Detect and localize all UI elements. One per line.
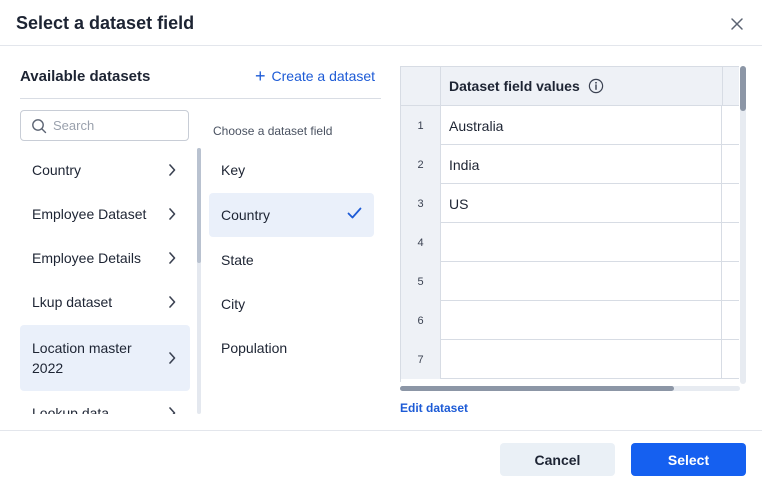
field-item-state[interactable]: State: [209, 238, 374, 282]
grid-column-divider: [722, 67, 723, 106]
table-row: 3 US: [401, 184, 739, 223]
panel-divider: [20, 98, 381, 99]
table-row: 7: [401, 340, 739, 379]
field-item-key[interactable]: Key: [209, 148, 374, 192]
dataset-item-label: Country: [32, 162, 82, 178]
dataset-item-label: Employee Dataset: [32, 206, 147, 222]
edit-dataset-link[interactable]: Edit dataset: [400, 401, 468, 415]
row-number: 7: [401, 340, 441, 379]
field-item-label: Key: [221, 162, 246, 178]
cancel-button[interactable]: Cancel: [500, 443, 615, 476]
dataset-item-location-master-2022[interactable]: Location master 2022: [20, 325, 190, 391]
dataset-item-lkup-dataset[interactable]: Lkup dataset: [20, 280, 190, 324]
dialog-title: Select a dataset field: [16, 13, 195, 33]
chevron-right-icon: [169, 252, 176, 264]
row-number: 5: [401, 262, 441, 301]
grid-vertical-scroll-thumb[interactable]: [740, 66, 746, 111]
create-dataset-label: Create a dataset: [271, 68, 376, 84]
value-cell[interactable]: US: [441, 184, 722, 223]
checkmark-icon: [347, 207, 362, 219]
field-item-label: Country: [221, 207, 271, 223]
row-number: 6: [401, 301, 441, 340]
close-icon[interactable]: [728, 15, 746, 33]
chevron-right-icon: [169, 208, 176, 220]
table-row: 5: [401, 262, 739, 301]
field-item-label: Population: [221, 340, 288, 356]
create-dataset-link[interactable]: + Create a dataset: [255, 66, 376, 86]
table-row: 4: [401, 223, 739, 262]
column-header-label: Dataset field values: [449, 78, 580, 94]
dataset-item-employee-dataset[interactable]: Employee Dataset: [20, 192, 190, 236]
table-row: 6: [401, 301, 739, 340]
value-cell[interactable]: [441, 223, 722, 262]
chevron-right-icon: [169, 407, 176, 414]
dataset-item-label: Employee Details: [32, 250, 141, 266]
search-icon: [32, 118, 47, 133]
grid-corner-cell: [401, 67, 441, 106]
dataset-list-scroll-thumb[interactable]: [197, 148, 201, 263]
row-number: 1: [401, 106, 441, 145]
grid-vertical-scrollbar[interactable]: [740, 66, 746, 384]
row-number: 3: [401, 184, 441, 223]
table-row: 1 Australia: [401, 106, 739, 145]
dataset-item-label: Location master 2022: [32, 340, 132, 376]
available-datasets-title: Available datasets: [20, 68, 151, 85]
field-values-grid: Dataset field values 1 Australia 2 India…: [400, 66, 739, 382]
field-item-country[interactable]: Country: [209, 193, 374, 237]
dataset-list: Country Employee Dataset Employee Detail…: [20, 148, 190, 414]
field-item-label: City: [221, 296, 246, 312]
field-item-label: State: [221, 252, 254, 268]
info-icon[interactable]: [588, 78, 604, 94]
field-item-city[interactable]: City: [209, 282, 374, 326]
footer-divider: [0, 430, 762, 431]
chevron-right-icon: [169, 296, 176, 308]
field-list-heading: Choose a dataset field: [213, 124, 333, 138]
table-row: 2 India: [401, 145, 739, 184]
row-number: 4: [401, 223, 441, 262]
value-cell[interactable]: [441, 301, 722, 340]
dataset-search[interactable]: [20, 110, 189, 141]
column-header: Dataset field values: [449, 78, 604, 94]
value-cell[interactable]: [441, 340, 722, 379]
dataset-item-employee-details[interactable]: Employee Details: [20, 236, 190, 280]
select-button[interactable]: Select: [631, 443, 746, 476]
dataset-item-label: Lookup data: [32, 405, 110, 414]
dataset-item-country[interactable]: Country: [20, 148, 190, 192]
field-item-population[interactable]: Population: [209, 326, 374, 370]
plus-icon: +: [255, 66, 266, 86]
grid-horizontal-scroll-thumb[interactable]: [400, 386, 674, 391]
dialog-header: Select a dataset field: [0, 0, 762, 46]
value-cell[interactable]: [441, 262, 722, 301]
value-cell[interactable]: India: [441, 145, 722, 184]
value-cell[interactable]: Australia: [441, 106, 722, 145]
chevron-right-icon: [169, 164, 176, 176]
search-input[interactable]: [53, 118, 183, 133]
row-number: 2: [401, 145, 441, 184]
dataset-item-lookup-data[interactable]: Lookup data: [20, 391, 190, 414]
grid-header: Dataset field values: [401, 67, 739, 106]
dataset-item-label: Lkup dataset: [32, 294, 113, 310]
chevron-right-icon: [169, 352, 176, 364]
